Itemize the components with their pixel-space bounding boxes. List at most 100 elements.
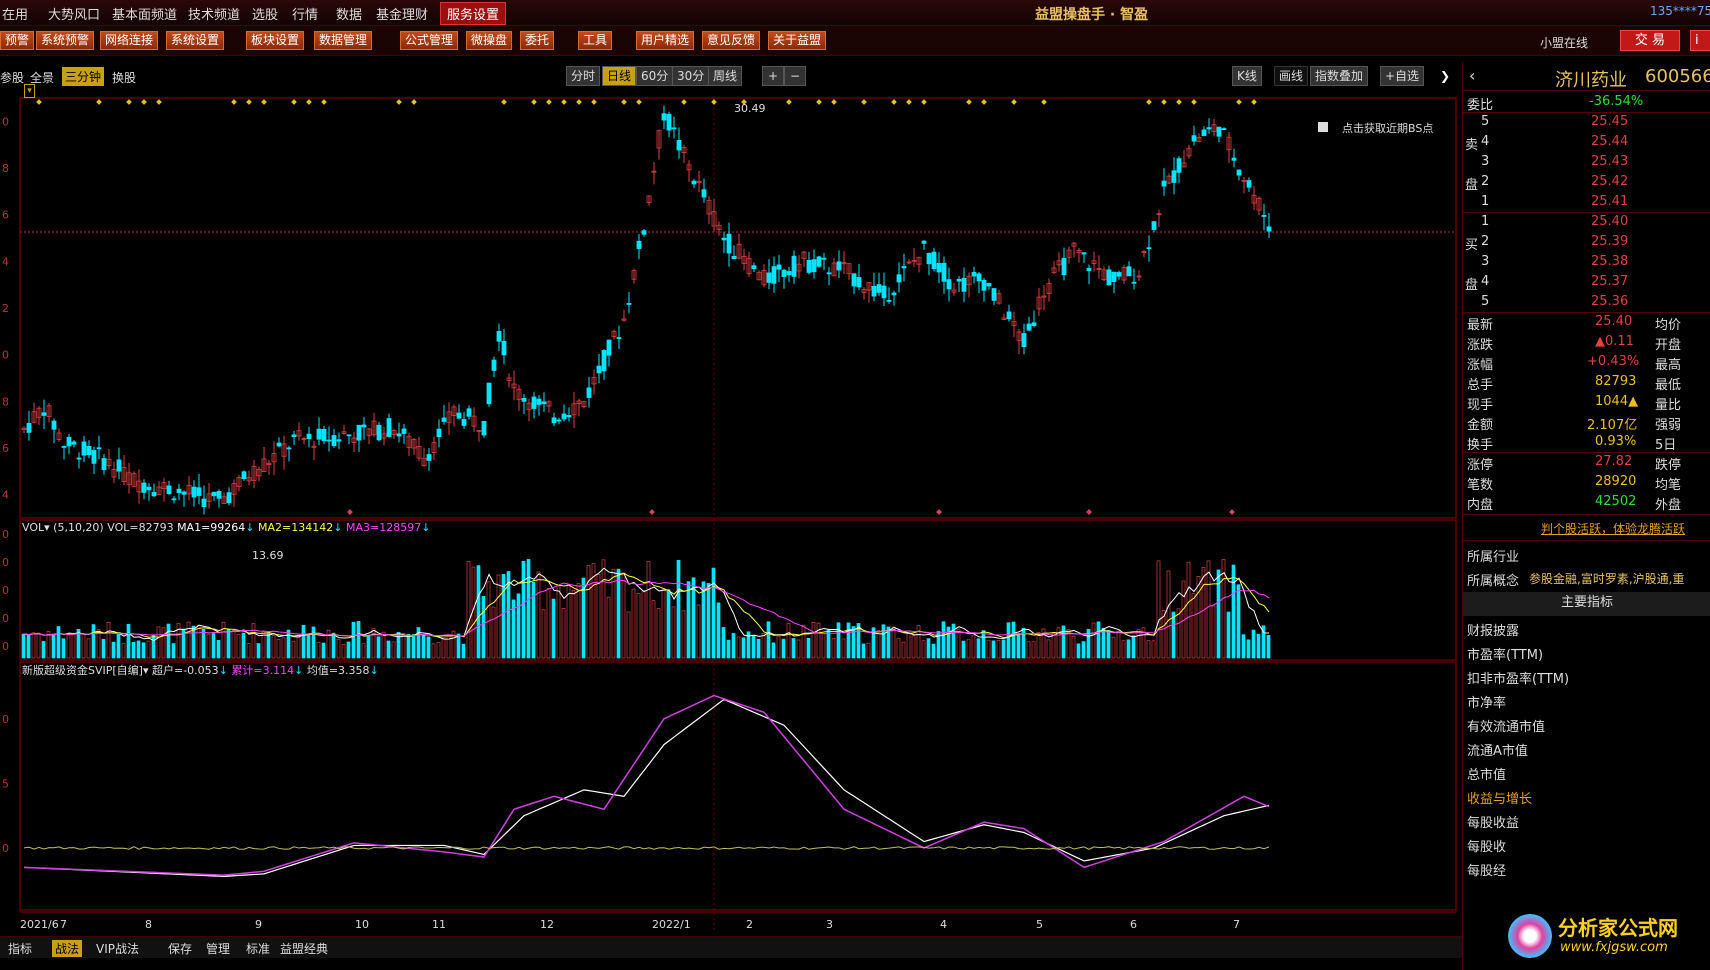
sell-row[interactable]: 4 25.44 [1463,132,1710,152]
index-overlay-dropdown[interactable]: 指数叠加 [1310,66,1369,86]
indicator-name[interactable]: 新版超级资金SVIP[自编] [22,664,143,677]
financial-item[interactable]: 市盈率(TTM) [1467,644,1543,663]
menu-item[interactable]: 技术频道 [188,4,240,23]
period-tab[interactable]: 分时 [566,66,601,86]
quote-row[interactable]: 涨跌 ▲0.11 开盘 [1463,332,1710,353]
toolbar-button[interactable]: 系统设置 [166,31,225,50]
toolbar-button[interactable]: 公式管理 [400,31,459,50]
quote-row[interactable]: 涨停 27.82 跌停 [1463,452,1710,473]
menu-item[interactable]: 大势风口 [48,4,100,23]
bottom-tab[interactable]: 管理 [206,940,230,957]
toolbar-button[interactable]: 数据管理 [314,31,373,50]
panel-menu-icon[interactable]: ▾ [24,84,35,98]
volume-bar [136,640,141,659]
toolbar-button[interactable]: 关于益盟 [768,31,827,50]
bottom-tab[interactable]: 保存 [168,940,192,957]
quote-row[interactable]: 换手 0.93% 5日 [1463,432,1710,453]
financial-item[interactable]: 财报披露 [1467,620,1519,639]
trade-secondary-button[interactable]: i [1690,30,1710,51]
volume-bar [1131,635,1136,659]
collapse-panel-icon[interactable]: ❯ [1440,69,1450,83]
financial-item[interactable]: 扣非市盈率(TTM) [1467,668,1569,687]
toolbar-button[interactable]: 微操盘 [466,31,513,50]
user-id[interactable]: 135****75 [1650,4,1710,18]
financial-item[interactable]: 每股收 [1467,836,1506,855]
volume-bar [771,642,776,659]
quote-row[interactable]: 总手 82793 最低 [1463,372,1710,393]
candle-body [781,269,787,277]
kline-dropdown[interactable]: K线 [1232,66,1262,86]
candle-body [176,488,182,493]
back-icon[interactable]: ‹ [1469,66,1475,85]
sell-row[interactable]: 5 25.45 [1463,112,1710,132]
quote-row[interactable]: 内盘 42502 外盘 [1463,492,1710,513]
toolbar-button[interactable]: 系统预警 [36,31,95,50]
quote-row[interactable]: 金额 2.107亿 强弱 [1463,412,1710,433]
sell-row[interactable]: 3 25.43 [1463,152,1710,172]
financial-item[interactable]: 收益与增长 [1467,788,1532,807]
toolbar-button[interactable]: 网络连接 [100,31,159,50]
bottom-tab-selected[interactable]: 战法 [52,940,83,957]
buy-row[interactable]: 1 25.40 [1463,212,1710,232]
period-tab[interactable]: 周线 [708,66,743,86]
concept-value[interactable]: 参股金融,富时罗素,沪股通,重 [1529,570,1710,587]
quote-row[interactable]: 最新 25.40 均价 [1463,312,1710,333]
menu-item[interactable]: 行情 [292,4,318,23]
menu-item[interactable]: 基金理财 [376,4,428,23]
candle-body [536,398,542,405]
quote-table-2: 涨停 27.82 跌停 笔数 28920 均笔 内盘 42502 外盘 [1463,452,1710,514]
candle-body [926,253,932,265]
financial-item[interactable]: 每股经 [1467,860,1506,879]
bs-hint[interactable]: 点击获取近期BS点 [1342,122,1433,135]
bs-signal-marks [36,99,1257,515]
volume-bar [641,590,646,659]
promo-link[interactable]: 判个股活跃，体验龙腾活跃 [1541,520,1685,537]
sell-signal [347,509,353,515]
buy-row[interactable]: 4 25.37 [1463,272,1710,292]
sell-row[interactable]: 2 25.42 [1463,172,1710,192]
tab-left[interactable]: 换股 [112,69,136,86]
toolbar-button[interactable]: 板块设置 [246,31,305,50]
chart-canvas[interactable]: 0 8 6 4 2 0 8 6 4 30.49 13.69 点击获取近期BS点 0 0 0 0 0 0 5… [0,92,1462,936]
quote-row[interactable]: 现手 1044▲ 量比 [1463,392,1710,413]
zoom-out-button[interactable]: − [784,66,806,86]
period-tab-selected[interactable]: 日线 [602,66,637,86]
buy-row[interactable]: 3 25.38 [1463,252,1710,272]
add-watchlist-dropdown[interactable]: +自选 [1380,66,1425,86]
tab-left-selected[interactable]: 三分钟 [62,67,105,86]
financial-item[interactable]: 总市值 [1467,764,1506,783]
quote-row[interactable]: 涨幅 +0.43% 最高 [1463,352,1710,373]
toolbar-button[interactable]: 预警 [0,31,35,50]
sell-row[interactable]: 1 25.41 [1463,192,1710,212]
menu-item[interactable]: 在用 [2,4,28,23]
volume-bar [1081,641,1086,659]
toolbar-button[interactable]: 委托 [520,31,555,50]
trade-button[interactable]: 交 易 [1620,30,1680,51]
candle-body [561,413,567,420]
toolbar-button[interactable]: 意见反馈 [702,31,761,50]
period-tab[interactable]: 60分 [636,66,674,86]
buy-row[interactable]: 2 25.39 [1463,232,1710,252]
main-indicators-header[interactable]: 主要指标 [1463,592,1710,616]
quote-row[interactable]: 笔数 28920 均笔 [1463,472,1710,493]
vol-label[interactable]: VOL [22,521,44,534]
financial-item[interactable]: 每股收益 [1467,812,1519,831]
financial-item[interactable]: 流通A市值 [1467,740,1528,759]
bottom-tab[interactable]: VIP战法 [96,940,139,957]
bottom-tab[interactable]: 益盟经典 [280,940,328,957]
menu-item[interactable]: 基本面频道 [112,4,177,23]
bottom-tab[interactable]: 指标 [8,940,32,957]
bottom-tab[interactable]: 标准 [246,940,270,957]
tab-left[interactable]: 参股 [0,69,24,86]
financial-item[interactable]: 有效流通市值 [1467,716,1545,735]
menu-item[interactable]: 选股 [252,4,278,23]
buy-row[interactable]: 5 25.36 [1463,292,1710,312]
toolbar-button[interactable]: 用户精选 [636,31,695,50]
toolbar-button[interactable]: 工具 [578,31,613,50]
menu-item-active[interactable]: 服务设置 [440,2,507,25]
zoom-in-button[interactable]: + [762,66,784,86]
menu-item[interactable]: 数据 [336,4,362,23]
financial-item[interactable]: 市净率 [1467,692,1506,711]
period-tab[interactable]: 30分 [672,66,710,86]
draw-line-button[interactable]: 画线 [1274,66,1309,86]
